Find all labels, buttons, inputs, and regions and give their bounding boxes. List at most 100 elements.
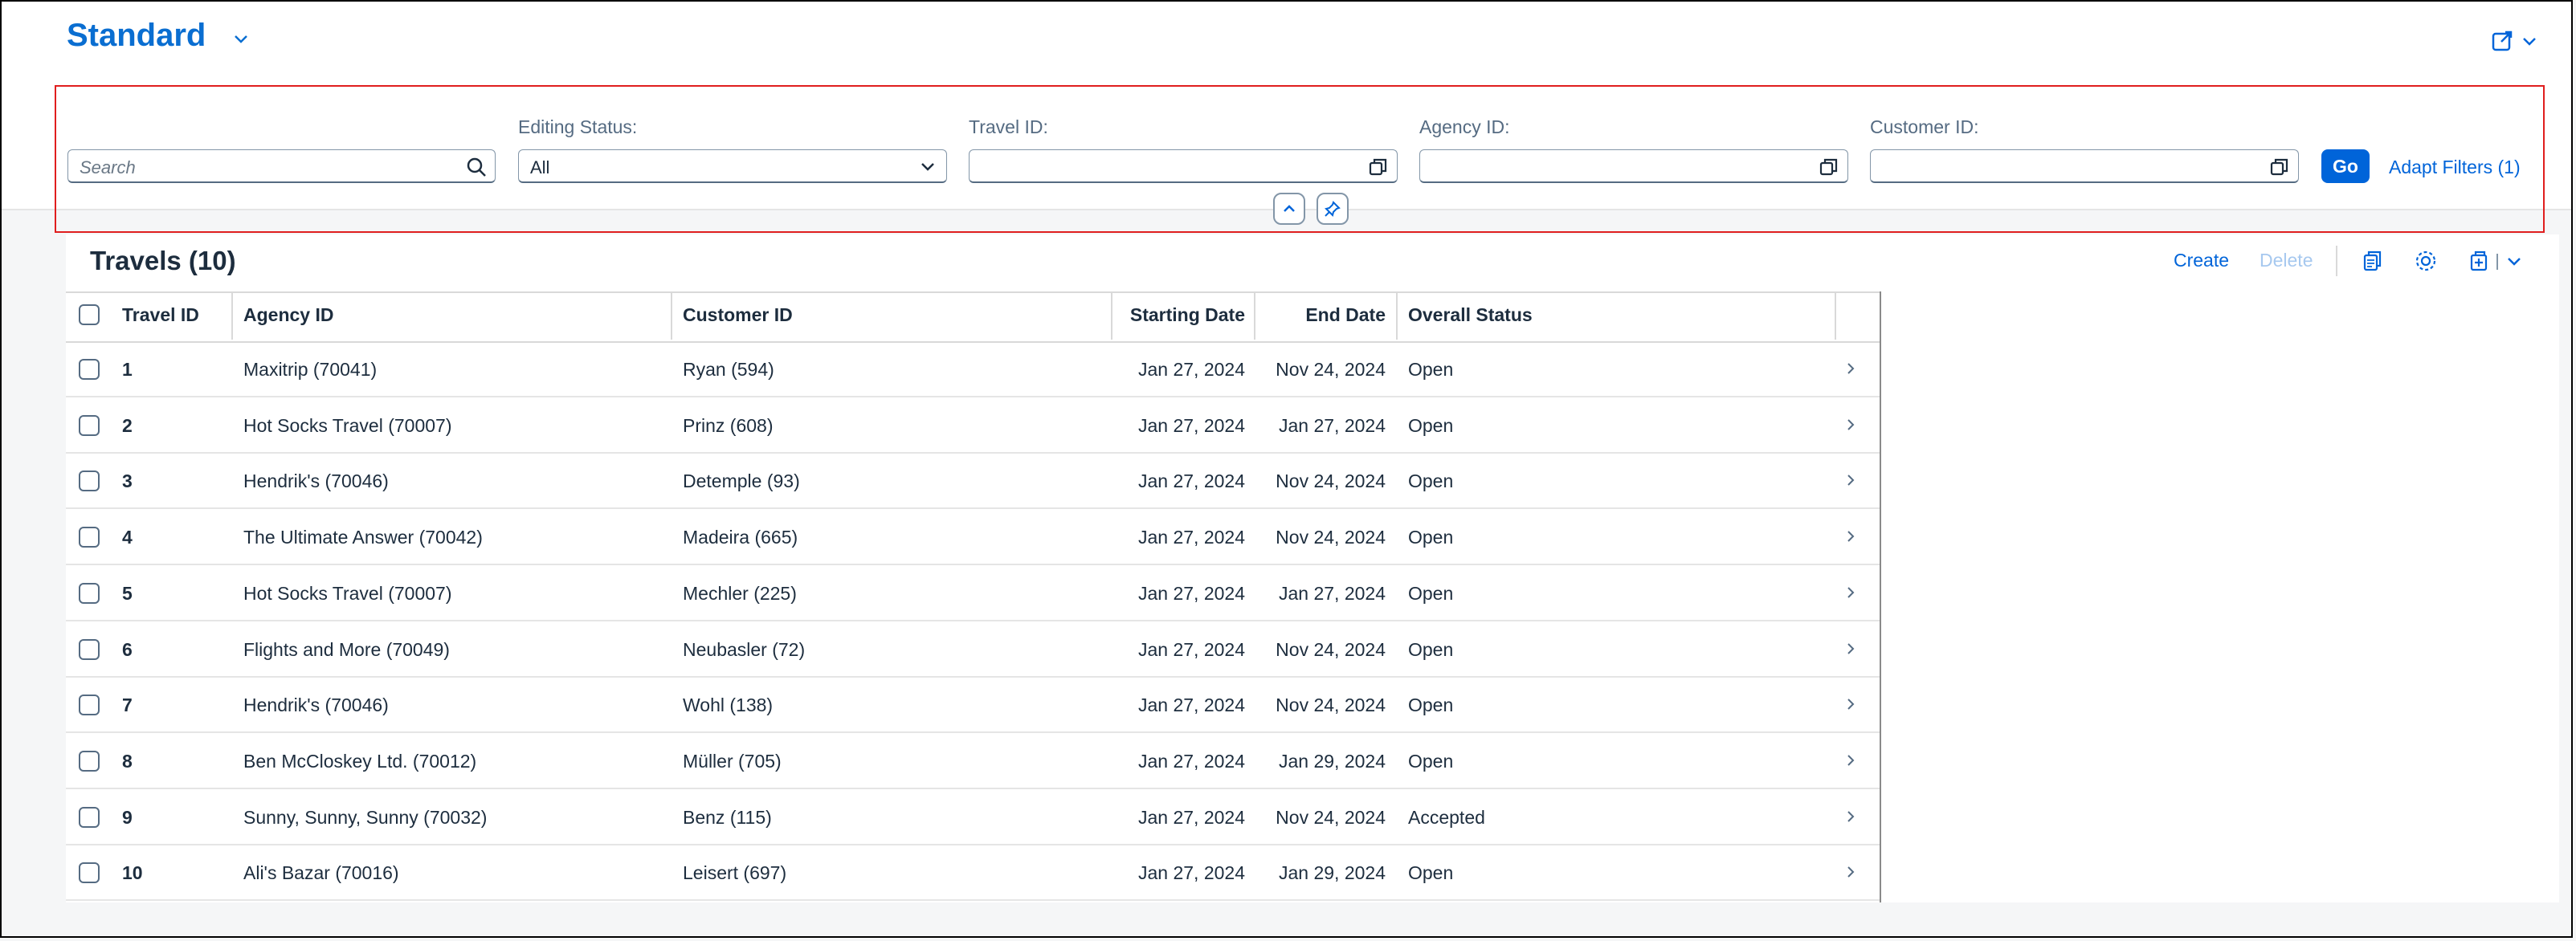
cell-overall-status: Open: [1408, 638, 1454, 660]
navigation-arrow-icon[interactable]: [1844, 474, 1857, 487]
table-row[interactable]: 6 Flights and More (70049) Neubasler (72) J…: [66, 621, 1880, 678]
row-checkbox[interactable]: [79, 359, 100, 380]
table-row[interactable]: 9 Sunny, Sunny, Sunny (70032) Benz (115) Ja…: [66, 789, 1880, 845]
table-title: Travels (10): [90, 246, 236, 275]
cell-customer-id: Wohl (138): [683, 695, 774, 716]
column-divider: [1835, 291, 1836, 340]
gear-icon[interactable]: [2414, 249, 2438, 273]
row-checkbox[interactable]: [79, 806, 100, 828]
table-row[interactable]: 10 Ali's Bazar (70016) Leisert (697) Jan 27…: [66, 845, 1880, 902]
table-row[interactable]: 5 Hot Socks Travel (70007) Mechler (225) Ja…: [66, 565, 1880, 621]
navigation-arrow-icon[interactable]: [1844, 698, 1857, 711]
delete-button[interactable]: Delete: [2260, 250, 2313, 271]
table-row[interactable]: 8 Ben McCloskey Ltd. (70012) Müller (705) J…: [66, 733, 1880, 789]
cell-end-date: Nov 24, 2024: [1276, 359, 1386, 380]
adapt-filters-button[interactable]: Adapt Filters (1): [2389, 157, 2521, 178]
cell-overall-status: Open: [1408, 750, 1454, 772]
cell-agency-id: Maxitrip (70041): [243, 359, 378, 380]
cell-agency-id: Hendrik's (70046): [243, 695, 389, 716]
travel-id-field[interactable]: [969, 149, 1398, 183]
chevron-down-icon: [921, 163, 934, 171]
cell-end-date: Nov 24, 2024: [1276, 527, 1386, 548]
table-row[interactable]: 4 The Ultimate Answer (70042) Madeira (665…: [66, 509, 1880, 566]
table-row[interactable]: 1 Maxitrip (70041) Ryan (594) Jan 27, 2024 N…: [66, 341, 1880, 397]
table-row[interactable]: 2 Hot Socks Travel (70007) Prinz (608) Jan …: [66, 397, 1880, 454]
cell-agency-id: The Ultimate Answer (70042): [243, 527, 483, 548]
row-checkbox[interactable]: [79, 470, 100, 492]
navigation-arrow-icon[interactable]: [1844, 810, 1857, 823]
toolbar-separator: [2336, 246, 2337, 276]
column-divider: [1111, 291, 1112, 340]
column-divider: [1254, 291, 1255, 340]
row-checkbox[interactable]: [79, 582, 100, 604]
chevron-up-icon: [1284, 205, 1295, 212]
column-header-agency-id[interactable]: Agency ID: [243, 304, 333, 326]
row-checkbox[interactable]: [79, 750, 100, 772]
value-help-icon[interactable]: [2269, 157, 2290, 177]
cell-overall-status: Open: [1408, 414, 1454, 436]
column-header-overall-status[interactable]: Overall Status: [1408, 304, 1533, 326]
row-checkbox[interactable]: [79, 695, 100, 716]
value-help-icon[interactable]: [1819, 157, 1839, 177]
cell-agency-id: Ben McCloskey Ltd. (70012): [243, 750, 477, 772]
create-button[interactable]: Create: [2174, 250, 2229, 271]
cell-agency-id: Hendrik's (70046): [243, 470, 389, 492]
select-all-checkbox[interactable]: [79, 304, 100, 325]
variant-title[interactable]: Standard: [67, 18, 206, 54]
navigation-arrow-icon[interactable]: [1844, 754, 1857, 767]
cell-overall-status: Open: [1408, 862, 1454, 884]
cell-travel-id: 8: [122, 750, 133, 772]
column-divider: [231, 291, 233, 340]
cell-travel-id: 7: [122, 695, 133, 716]
editing-status-select[interactable]: All: [518, 149, 947, 183]
row-checkbox[interactable]: [79, 414, 100, 436]
cell-customer-id: Prinz (608): [683, 414, 774, 436]
cell-agency-id: Hot Socks Travel (70007): [243, 582, 452, 604]
cell-travel-id: 2: [122, 414, 133, 436]
cell-end-date: Jan 29, 2024: [1278, 862, 1386, 884]
chevron-down-icon[interactable]: [231, 29, 251, 48]
cell-starting-date: Jan 27, 2024: [1137, 470, 1245, 492]
collapse-header-button[interactable]: [1273, 193, 1305, 225]
navigation-arrow-icon[interactable]: [1844, 586, 1857, 599]
table-row[interactable]: 7 Hendrik's (70046) Wohl (138) Jan 27, 2024…: [66, 677, 1880, 734]
cell-travel-id: 9: [122, 806, 133, 828]
table-header: [66, 291, 1881, 343]
customer-id-field[interactable]: [1870, 149, 2299, 183]
navigation-arrow-icon[interactable]: [1844, 866, 1857, 878]
cell-starting-date: Jan 27, 2024: [1137, 750, 1245, 772]
search-input[interactable]: Search: [67, 149, 496, 183]
cell-starting-date: Jan 27, 2024: [1137, 638, 1245, 660]
row-checkbox[interactable]: [79, 638, 100, 660]
export-icon[interactable]: [2468, 249, 2533, 273]
cell-end-date: Jan 27, 2024: [1278, 582, 1386, 604]
navigation-arrow-icon[interactable]: [1844, 642, 1857, 655]
share-icon[interactable]: [2490, 29, 2543, 55]
pin-header-button[interactable]: [1317, 193, 1349, 225]
column-header-travel-id[interactable]: Travel ID: [122, 304, 199, 326]
cell-agency-id: Hot Socks Travel (70007): [243, 414, 452, 436]
agency-id-field[interactable]: [1419, 149, 1848, 183]
cell-overall-status: Open: [1408, 527, 1454, 548]
cell-overall-status: Open: [1408, 359, 1454, 380]
column-header-starting-date[interactable]: Starting Date: [1112, 304, 1245, 326]
row-checkbox[interactable]: [79, 527, 100, 548]
cell-customer-id: Mechler (225): [683, 582, 797, 604]
column-header-end-date[interactable]: End Date: [1253, 304, 1386, 326]
cell-agency-id: Flights and More (70049): [243, 638, 450, 660]
cell-overall-status: Open: [1408, 470, 1454, 492]
value-help-icon[interactable]: [1368, 157, 1389, 177]
copy-icon[interactable]: [2360, 249, 2384, 273]
table-row[interactable]: 3 Hendrik's (70046) Detemple (93) Jan 27, 2…: [66, 453, 1880, 510]
cell-customer-id: Ryan (594): [683, 359, 774, 380]
cell-agency-id: Sunny, Sunny, Sunny (70032): [243, 806, 488, 828]
navigation-arrow-icon[interactable]: [1844, 530, 1857, 543]
column-header-customer-id[interactable]: Customer ID: [683, 304, 793, 326]
cell-customer-id: Leisert (697): [683, 862, 787, 884]
search-icon[interactable]: [466, 157, 487, 177]
cell-starting-date: Jan 27, 2024: [1137, 414, 1245, 436]
row-checkbox[interactable]: [79, 862, 100, 884]
go-button[interactable]: Go: [2321, 149, 2370, 183]
navigation-arrow-icon[interactable]: [1844, 418, 1857, 431]
navigation-arrow-icon[interactable]: [1844, 362, 1857, 375]
